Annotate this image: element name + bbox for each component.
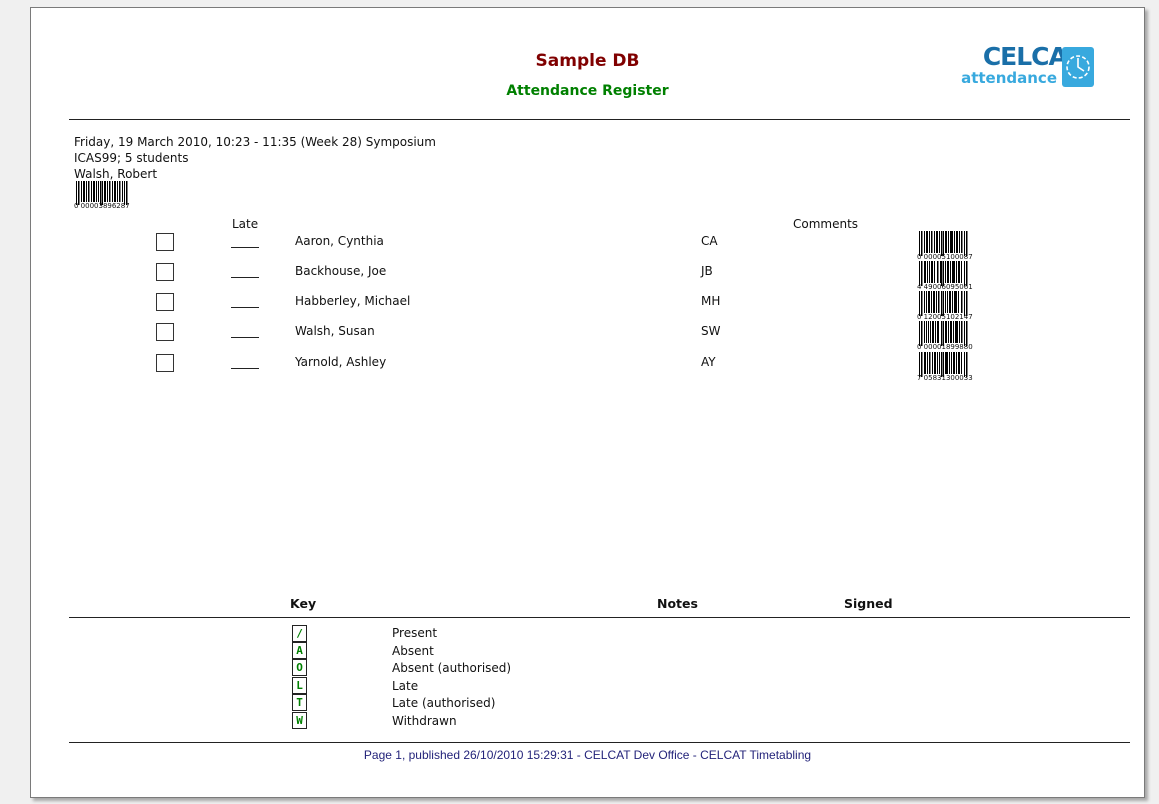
student-name: Backhouse, Joe (295, 264, 387, 278)
barcode-number: 4 49006095061 (917, 283, 973, 291)
barcode-number: 0 00005100087 (917, 253, 973, 261)
header-divider (69, 119, 1130, 120)
key-label: Present (392, 626, 438, 640)
key-code: W (292, 712, 307, 729)
register-page: Sample DB Attendance Register CELCAT att… (30, 7, 1145, 798)
student-name: Walsh, Susan (295, 324, 375, 338)
student-barcode: 0 00005100087 (917, 231, 977, 261)
signed-heading: Signed (844, 596, 893, 611)
logo-word-celcat: CELCAT (982, 42, 1082, 71)
key-code: L (292, 677, 307, 694)
student-barcode: 0 12005102147 (917, 291, 977, 321)
logo-word-attendance: attendance (961, 69, 1057, 87)
attendance-checkbox[interactable] (156, 293, 174, 311)
student-name: Aaron, Cynthia (295, 234, 384, 248)
barcode-number: 7 05831300033 (917, 374, 973, 382)
key-label: Absent (authorised) (392, 661, 512, 675)
celcat-attendance-logo: CELCAT attendance (939, 42, 1121, 92)
student-barcode: 4 49006095061 (917, 261, 977, 291)
attendance-checkbox[interactable] (156, 354, 174, 372)
key-code: T (292, 694, 307, 711)
student-barcode: 0 00001899880 (917, 321, 977, 351)
key-code: A (292, 642, 307, 659)
attendance-checkbox[interactable] (156, 263, 174, 281)
key-heading: Key (290, 596, 317, 611)
late-entry-line[interactable] (231, 247, 259, 248)
session-group: ICAS99; 5 students (74, 151, 189, 165)
lecturer-barcode: 0 00003896287 (74, 181, 134, 211)
student-initials: SW (701, 324, 721, 338)
late-entry-line[interactable] (231, 337, 259, 338)
key-divider (69, 617, 1130, 618)
late-entry-line[interactable] (231, 368, 259, 369)
student-initials: AY (701, 355, 716, 369)
key-label: Absent (392, 644, 434, 658)
student-name: Yarnold, Ashley (295, 355, 387, 369)
key-label: Late (authorised) (392, 696, 496, 710)
clock-icon (1062, 47, 1094, 87)
footer-divider (69, 742, 1130, 743)
late-column-header: Late (232, 217, 259, 231)
student-initials: MH (701, 294, 721, 308)
session-datetime: Friday, 19 March 2010, 10:23 - 11:35 (We… (74, 135, 436, 149)
late-entry-line[interactable] (231, 277, 259, 278)
attendance-checkbox[interactable] (156, 233, 174, 251)
barcode-number: 0 00001899880 (917, 343, 973, 351)
student-initials: CA (701, 234, 718, 248)
late-entry-line[interactable] (231, 307, 259, 308)
page-footer: Page 1, published 26/10/2010 15:29:31 - … (363, 748, 812, 762)
student-name: Habberley, Michael (295, 294, 411, 308)
barcode-number: 0 12005102147 (917, 313, 973, 321)
attendance-checkbox[interactable] (156, 323, 174, 341)
key-code: / (292, 625, 307, 642)
barcode-number: 0 00003896287 (74, 202, 130, 210)
key-label: Withdrawn (392, 714, 457, 728)
key-code: O (292, 659, 307, 676)
comments-column-header: Comments (793, 217, 859, 231)
student-initials: JB (701, 264, 713, 278)
notes-heading: Notes (657, 596, 698, 611)
session-lecturer: Walsh, Robert (74, 167, 158, 181)
student-barcode: 7 05831300033 (917, 352, 977, 382)
key-label: Late (392, 679, 419, 693)
